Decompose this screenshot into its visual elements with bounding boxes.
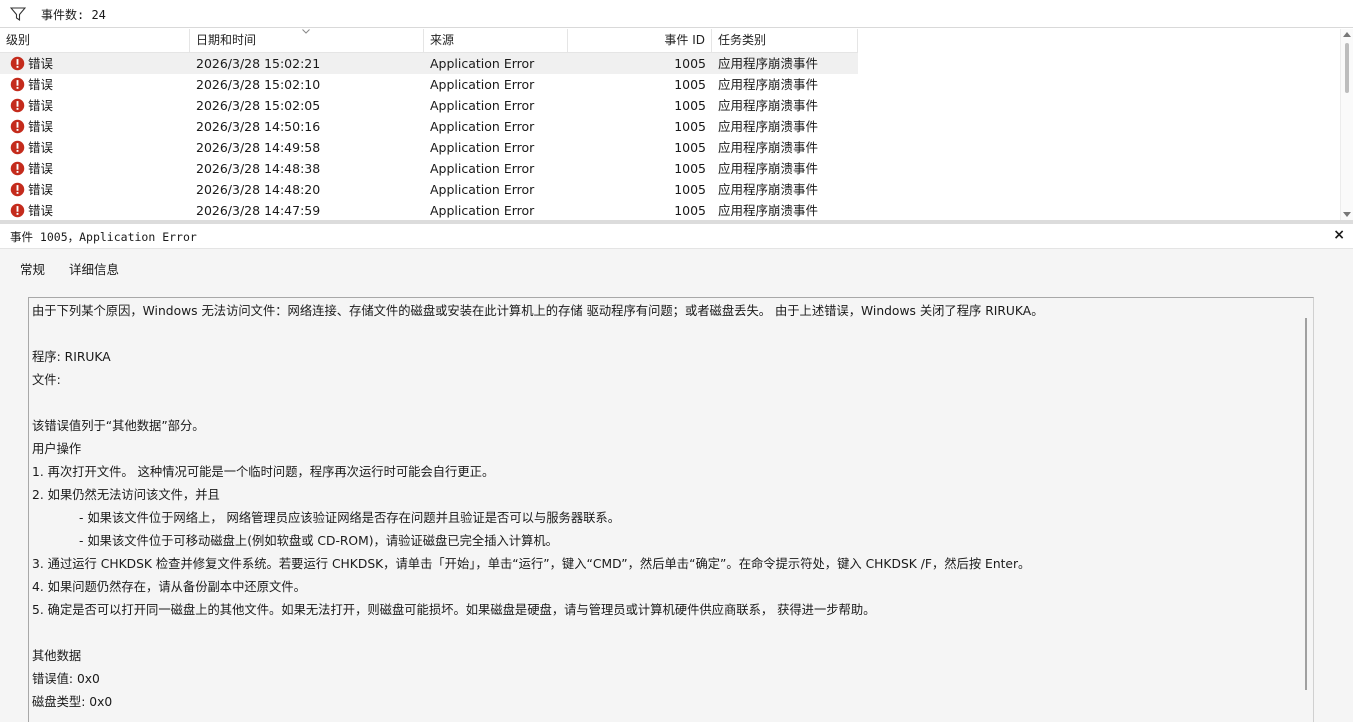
description-line: - 如果该文件位于网络上， 网络管理员应该验证网络是否存在问题并且验证是否可以与… xyxy=(79,511,621,525)
event-id-cell: 1005 xyxy=(674,119,706,134)
datetime-cell: 2026/3/28 14:47:59 xyxy=(196,203,321,218)
table-row[interactable]: 错误 2026/3/28 14:48:20 Application Error … xyxy=(0,179,858,200)
event-id-cell: 1005 xyxy=(674,77,706,92)
disk-type-line: 磁盘类型: 0x0 xyxy=(32,695,113,709)
column-header-source[interactable]: 来源 xyxy=(424,29,568,52)
description-line: 2. 如果仍然无法访问该文件，并且 xyxy=(32,488,220,502)
category-cell: 应用程序崩溃事件 xyxy=(718,203,819,218)
column-header-level[interactable]: 级别 xyxy=(0,29,190,52)
error-icon xyxy=(10,182,25,197)
detail-title: 事件 1005，Application Error xyxy=(10,230,197,244)
error-icon xyxy=(10,140,25,155)
scroll-thumb[interactable] xyxy=(1345,43,1349,93)
level-cell: 错误 xyxy=(28,140,54,155)
category-cell: 应用程序崩溃事件 xyxy=(718,98,819,113)
datetime-cell: 2026/3/28 15:02:10 xyxy=(196,77,321,92)
description-line: 3. 通过运行 CHKDSK 检查并修复文件系统。若要运行 CHKDSK，请单击… xyxy=(32,557,1031,571)
grid-header: 级别 日期和时间 来源 事件 ID 任务类别 xyxy=(0,29,858,53)
description-line: 由于下列某个原因，Windows 无法访问文件：网络连接、存储文件的磁盘或安装在… xyxy=(32,304,1044,318)
source-cell: Application Error xyxy=(430,161,535,176)
level-cell: 错误 xyxy=(28,119,54,134)
error-icon xyxy=(10,77,25,92)
level-cell: 错误 xyxy=(28,161,54,176)
event-rows: 错误 2026/3/28 15:02:21 Application Error … xyxy=(0,53,858,220)
event-description: 由于下列某个原因，Windows 无法访问文件：网络连接、存储文件的磁盘或安装在… xyxy=(28,297,1314,722)
grid-scrollbar[interactable] xyxy=(1340,29,1353,220)
table-row[interactable]: 错误 2026/3/28 15:02:05 Application Error … xyxy=(0,95,858,116)
datetime-cell: 2026/3/28 14:49:58 xyxy=(196,140,321,155)
tab-details[interactable]: 详细信息 xyxy=(69,259,119,278)
category-cell: 应用程序崩溃事件 xyxy=(718,77,819,92)
table-row[interactable]: 错误 2026/3/28 15:02:21 Application Error … xyxy=(0,53,858,74)
error-icon xyxy=(10,56,25,71)
column-header-event-id[interactable]: 事件 ID xyxy=(568,29,712,52)
datetime-cell: 2026/3/28 15:02:05 xyxy=(196,98,321,113)
error-icon xyxy=(10,161,25,176)
datetime-cell: 2026/3/28 14:48:38 xyxy=(196,161,321,176)
description-line: 4. 如果问题仍然存在，请从备份副本中还原文件。 xyxy=(32,580,306,594)
error-icon xyxy=(10,203,25,218)
datetime-cell: 2026/3/28 14:48:20 xyxy=(196,182,321,197)
level-cell: 错误 xyxy=(28,182,54,197)
level-cell: 错误 xyxy=(28,77,54,92)
detail-header: 事件 1005，Application Error × xyxy=(0,224,1353,249)
scroll-up-arrow-icon[interactable] xyxy=(1343,32,1351,37)
source-cell: Application Error xyxy=(430,77,535,92)
event-grid: 级别 日期和时间 来源 事件 ID 任务类别 错误 2026/3/28 15:0… xyxy=(0,29,1353,220)
description-line: 5. 确定是否可以打开同一磁盘上的其他文件。如果无法打开，则磁盘可能损坏。如果磁… xyxy=(32,603,876,617)
event-id-cell: 1005 xyxy=(674,182,706,197)
level-cell: 错误 xyxy=(28,98,54,113)
description-line: 该错误值列于“其他数据”部分。 xyxy=(32,419,205,433)
scroll-down-arrow-icon[interactable] xyxy=(1343,212,1351,217)
sort-descending-icon xyxy=(302,29,310,34)
source-cell: Application Error xyxy=(430,203,535,218)
category-cell: 应用程序崩溃事件 xyxy=(718,119,819,134)
datetime-cell: 2026/3/28 14:50:16 xyxy=(196,119,321,134)
program-line: 程序: RIRUKA xyxy=(32,350,111,364)
error-icon xyxy=(10,119,25,134)
error-icon xyxy=(10,98,25,113)
tab-general[interactable]: 常规 xyxy=(20,259,45,278)
datetime-cell: 2026/3/28 15:02:21 xyxy=(196,56,321,71)
column-header-task-category[interactable]: 任务类别 xyxy=(712,29,858,52)
level-cell: 错误 xyxy=(28,203,54,218)
event-id-cell: 1005 xyxy=(674,56,706,71)
content-scrollbar[interactable] xyxy=(1305,318,1307,690)
level-cell: 错误 xyxy=(28,56,54,71)
additional-data-heading: 其他数据 xyxy=(32,649,82,663)
table-row[interactable]: 错误 2026/3/28 14:49:58 Application Error … xyxy=(0,137,858,158)
file-line: 文件: xyxy=(32,373,61,387)
filter-icon[interactable] xyxy=(10,6,26,22)
category-cell: 应用程序崩溃事件 xyxy=(718,182,819,197)
table-row[interactable]: 错误 2026/3/28 14:47:59 Application Error … xyxy=(0,200,858,220)
source-cell: Application Error xyxy=(430,182,535,197)
description-line: - 如果该文件位于可移动磁盘上(例如软盘或 CD-ROM)，请验证磁盘已完全插入… xyxy=(79,534,558,548)
event-id-cell: 1005 xyxy=(674,161,706,176)
table-row[interactable]: 错误 2026/3/28 15:02:10 Application Error … xyxy=(0,74,858,95)
toolbar: 事件数: 24 xyxy=(0,0,1353,28)
error-value-line: 错误值: 0x0 xyxy=(32,672,100,686)
event-id-cell: 1005 xyxy=(674,203,706,218)
user-action-heading: 用户操作 xyxy=(32,442,82,456)
category-cell: 应用程序崩溃事件 xyxy=(718,161,819,176)
table-row[interactable]: 错误 2026/3/28 14:50:16 Application Error … xyxy=(0,116,858,137)
event-id-cell: 1005 xyxy=(674,98,706,113)
source-cell: Application Error xyxy=(430,56,535,71)
category-cell: 应用程序崩溃事件 xyxy=(718,56,819,71)
event-id-cell: 1005 xyxy=(674,140,706,155)
source-cell: Application Error xyxy=(430,119,535,134)
category-cell: 应用程序崩溃事件 xyxy=(718,140,819,155)
close-icon[interactable]: × xyxy=(1333,227,1345,243)
event-count: 事件数: 24 xyxy=(41,8,106,22)
table-row[interactable]: 错误 2026/3/28 14:48:38 Application Error … xyxy=(0,158,858,179)
description-line: 1. 再次打开文件。 这种情况可能是一个临时问题，程序再次运行时可能会自行更正。 xyxy=(32,465,495,479)
source-cell: Application Error xyxy=(430,98,535,113)
source-cell: Application Error xyxy=(430,140,535,155)
